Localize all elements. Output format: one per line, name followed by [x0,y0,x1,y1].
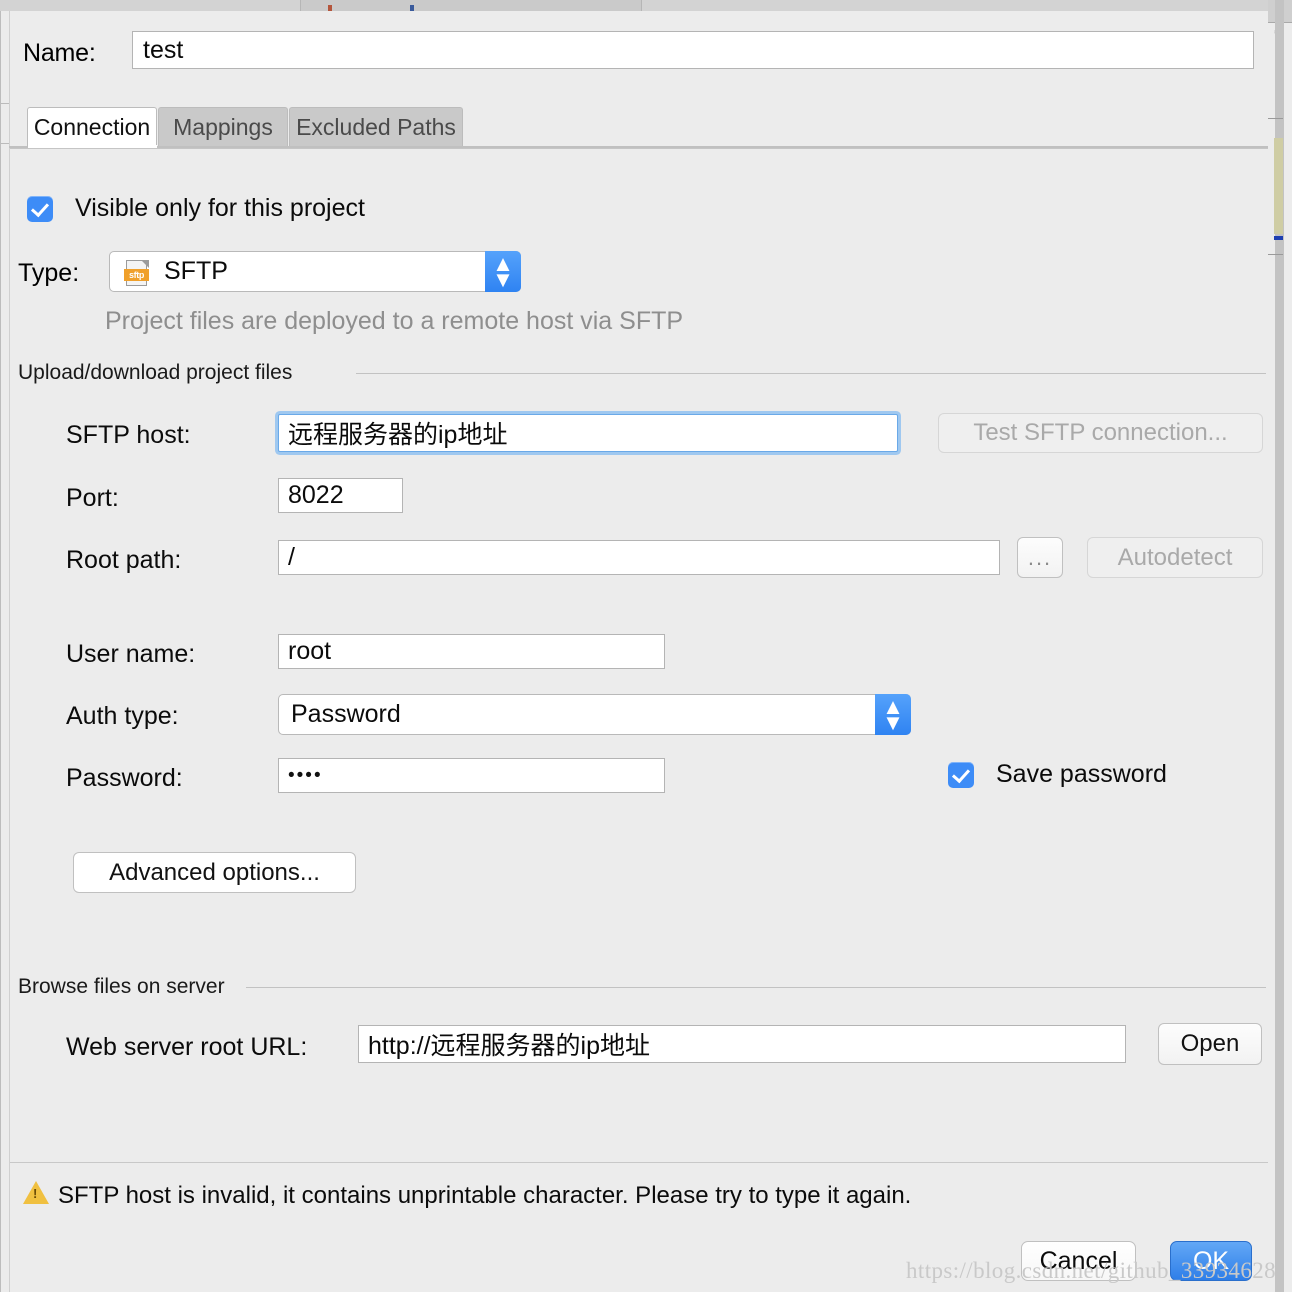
browse-root-path-button[interactable]: ... [1017,537,1063,578]
background-window-rule-1 [1268,118,1283,119]
browse-group-divider [246,987,1266,988]
visible-only-label: Visible only for this project [75,194,365,222]
chevron-updown-icon[interactable]: ▲ ▼ [485,251,521,292]
connection-panel: Visible only for this project Type: sftp… [10,148,1268,1209]
auth-type-label: Auth type: [66,702,179,730]
titlebar-tab [300,0,642,11]
auth-type-combobox-value: Password [291,700,401,728]
type-combobox-value: SFTP [164,257,228,285]
type-label: Type: [18,259,80,287]
type-hint-text: Project files are deployed to a remote h… [105,307,684,335]
save-password-row[interactable]: Save password [948,760,1167,789]
tab-bar: Connection Mappings Excluded Paths [1,107,1269,147]
save-password-label: Save password [996,760,1167,788]
visible-only-row[interactable]: Visible only for this project [27,194,365,223]
browse-group-header: Browse files on server [18,975,1266,999]
background-window-marker [1274,236,1283,240]
validation-warning-text: SFTP host is invalid, it contains unprin… [58,1182,912,1209]
password-input[interactable]: •••• [278,758,665,793]
save-password-checkbox[interactable] [948,761,974,788]
warning-triangle-icon [23,1181,49,1204]
port-input[interactable]: 8022 [278,478,403,513]
browse-group-title: Browse files on server [18,975,237,999]
user-name-input[interactable]: root [278,634,665,669]
autodetect-button[interactable]: Autodetect [1087,537,1263,578]
port-label: Port: [66,484,119,512]
name-input[interactable]: test [132,31,1254,69]
root-path-input[interactable]: / [278,540,1000,575]
tab-excluded-paths[interactable]: Excluded Paths [289,107,463,147]
active-tab-connector [28,145,157,148]
background-window-rule-2 [1268,254,1283,255]
upload-group-header: Upload/download project files [18,361,1266,385]
web-server-root-url-input[interactable]: http://远程服务器的ip地址 [358,1025,1126,1063]
web-server-root-url-label: Web server root URL: [66,1033,308,1061]
dialog-left-edge [1,11,10,1292]
name-label: Name: [23,39,96,67]
background-window-highlight [1274,138,1283,234]
cancel-button[interactable]: Cancel [1021,1241,1136,1281]
deployment-dialog: Name: test Connection Mappings Excluded … [0,11,1268,1292]
name-row: Name: test [1,31,1269,73]
type-combobox[interactable]: sftp SFTP ▲ ▼ [109,251,521,292]
upload-group-divider [356,373,1266,374]
ok-button[interactable]: OK [1170,1241,1252,1281]
validation-warning-bar: SFTP host is invalid, it contains unprin… [10,1162,1268,1226]
password-masked-value: •••• [288,765,323,786]
test-sftp-connection-button[interactable]: Test SFTP connection... [938,413,1263,453]
sftp-host-input[interactable]: 远程服务器的ip地址 [278,414,898,452]
advanced-options-button[interactable]: Advanced options... [73,852,356,893]
auth-type-combobox[interactable]: Password ▲ ▼ [278,694,911,735]
tab-connection[interactable]: Connection [27,107,157,147]
user-name-label: User name: [66,640,196,668]
upload-group-title: Upload/download project files [18,361,305,385]
root-path-label: Root path: [66,546,182,574]
dialog-footer: Cancel OK [10,1225,1268,1292]
chevron-updown-icon[interactable]: ▲ ▼ [875,694,911,735]
open-button[interactable]: Open [1158,1023,1262,1065]
tab-mappings[interactable]: Mappings [158,107,288,147]
visible-only-checkbox[interactable] [27,195,53,222]
password-label: Password: [66,764,183,792]
screen: ≈≈≈≈≈ Name: test Connection Mappings Exc… [0,0,1292,1292]
sftp-host-label: SFTP host: [66,421,191,449]
